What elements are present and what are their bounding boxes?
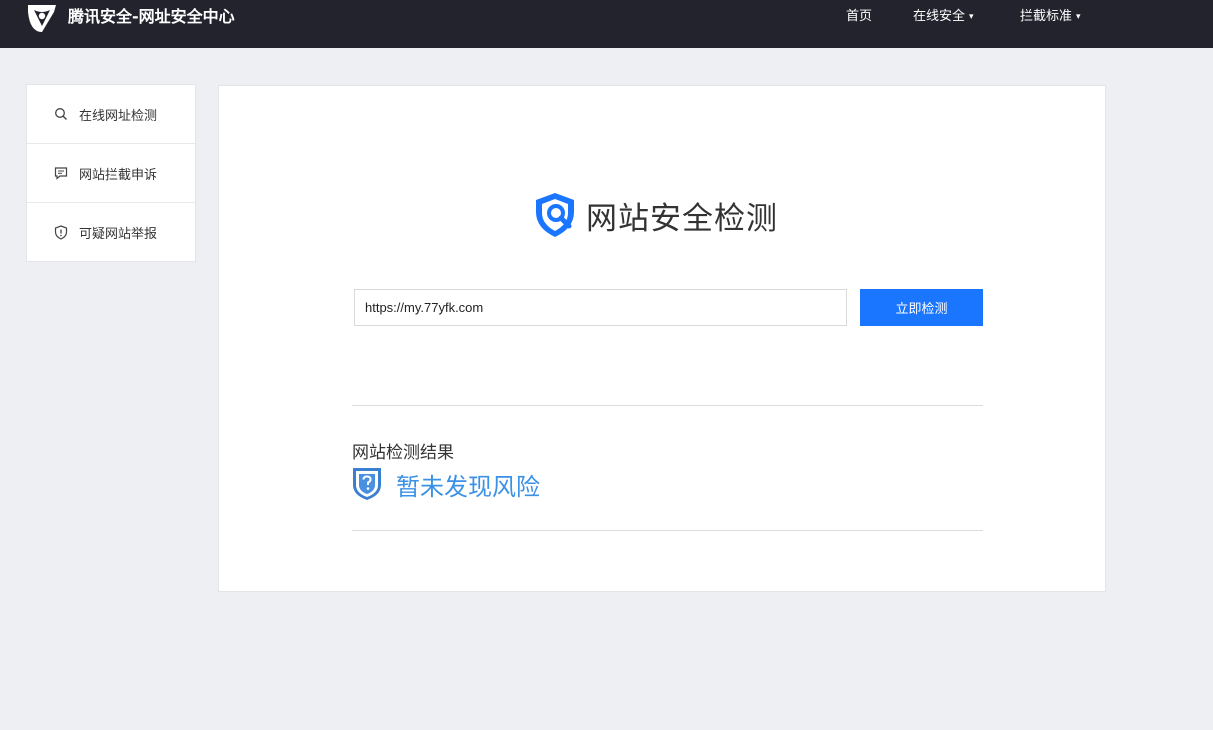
result-section-label: 网站检测结果 (352, 443, 454, 463)
sidebar-menu: 在线网址检测 网站拦截申诉 可疑网站举报 (26, 84, 196, 262)
check-now-button[interactable]: 立即检测 (860, 289, 983, 326)
page-title: 网站安全检测 (586, 200, 778, 237)
nav-online-security-label: 在线安全 (913, 9, 966, 24)
nav-block-standard-label: 拦截标准 (1020, 9, 1073, 24)
chevron-down-icon: ▾ (969, 12, 974, 22)
sidebar-item-label: 在线网址检测 (79, 108, 158, 124)
result-status-group: 暂未发现风险 (352, 466, 540, 502)
sidebar-item-label: 网站拦截申诉 (79, 167, 158, 183)
nav-online-security-menu[interactable]: 在线安全 ▾ (913, 8, 974, 26)
divider (352, 530, 983, 531)
shield-question-icon (353, 468, 381, 500)
chevron-down-icon: ▾ (1076, 12, 1081, 22)
site-brand-title[interactable]: 腾讯安全-网址安全中心 (68, 6, 235, 28)
nav-block-standard-menu[interactable]: 拦截标准 ▾ (1020, 8, 1081, 26)
sidebar-item-label: 可疑网站举报 (79, 226, 158, 242)
sidebar-item-appeal[interactable]: 网站拦截申诉 (27, 144, 195, 203)
sidebar-item-report[interactable]: 可疑网站举报 (27, 203, 195, 261)
sidebar-item-url-check[interactable]: 在线网址检测 (27, 85, 195, 144)
search-icon (53, 106, 69, 122)
url-input[interactable] (354, 289, 847, 326)
chat-icon (53, 165, 69, 181)
top-navigation-bar: 腾讯安全-网址安全中心 首页 在线安全 ▾ 拦截标准 ▾ (0, 0, 1213, 48)
divider (352, 405, 983, 406)
result-status-text: 暂未发现风险 (396, 472, 540, 501)
page-title-group: 网站安全检测 (532, 190, 778, 240)
nav-home-label: 首页 (846, 9, 873, 24)
nav-home-link[interactable]: 首页 (846, 8, 872, 26)
main-content-panel: 网站安全检测 立即检测 网站检测结果 暂未发现风险 (218, 85, 1106, 592)
shield-search-icon (536, 193, 574, 237)
tencent-security-logo-icon[interactable] (24, 0, 60, 36)
shield-alert-icon (53, 224, 69, 240)
